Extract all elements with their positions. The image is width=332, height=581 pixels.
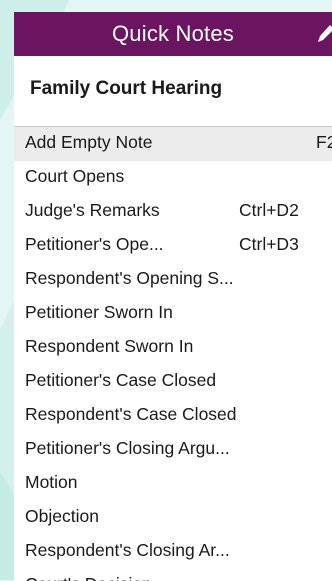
menu-item-respondents-case-closed[interactable]: Respondent's Case Closed [14,399,332,433]
menu-item-objection[interactable]: Objection [14,501,332,535]
menu-item-respondents-closing[interactable]: Respondent's Closing Ar... [14,535,332,569]
menu-item-respondents-opening[interactable]: Respondent's Opening S... [14,263,332,297]
menu-item-label: Respondent Sworn In [25,336,194,356]
menu-item-label: Judge's Remarks [25,200,160,220]
menu-item-shortcut: F2 [316,132,332,152]
menu-item-label: Court's Decision [25,569,152,581]
menu-item-court-opens[interactable]: Court Opens [14,161,332,195]
menu-item-petitioners-closing[interactable]: Petitioner's Closing Argu... [14,433,332,467]
menu-item-label: Petitioner's Case Closed [25,370,217,390]
menu-item-petitioners-case-closed[interactable]: Petitioner's Case Closed [14,365,332,399]
menu-item-label: Petitioner Sworn In [25,302,173,322]
menu-item-label: Petitioner's Ope... [25,234,164,254]
menu-item-add-empty-note[interactable]: Add Empty Note F2 [14,127,332,161]
menu-item-label: Respondent's Case Closed [25,404,237,424]
menu-item-petitioners-opening[interactable]: Petitioner's Ope... Ctrl+D3 [14,229,332,263]
menu-item-respondent-sworn-in[interactable]: Respondent Sworn In [14,331,332,365]
header-title: Quick Notes [111,21,235,46]
menu-item-judges-remarks[interactable]: Judge's Remarks Ctrl+D2 [14,195,332,229]
menu-item-label: Respondent's Closing Ar... [25,540,230,560]
menu-item-label: Petitioner's Closing Argu... [25,438,230,458]
menu-item-label: Motion [25,472,78,492]
menu-item-petitioner-sworn-in[interactable]: Petitioner Sworn In [14,297,332,331]
quick-notes-menu: Add Empty Note F2 Court Opens Judge's Re… [14,126,332,581]
menu-item-label: Respondent's Opening S... [25,268,234,288]
menu-item-shortcut: Ctrl+D2 [239,200,299,220]
menu-item-label: Add Empty Note [25,132,153,152]
menu-item-courts-decision[interactable]: Court's Decision [14,569,332,581]
menu-item-motion[interactable]: Motion [14,467,332,501]
menu-item-label: Objection [25,506,99,526]
section-title: Family Court Hearing [30,78,223,99]
menu-item-label: Court Opens [25,166,125,186]
menu-item-shortcut: Ctrl+D3 [239,234,299,254]
quick-notes-header: Quick Notes [14,12,332,56]
pencil-edit-icon[interactable] [314,22,332,46]
